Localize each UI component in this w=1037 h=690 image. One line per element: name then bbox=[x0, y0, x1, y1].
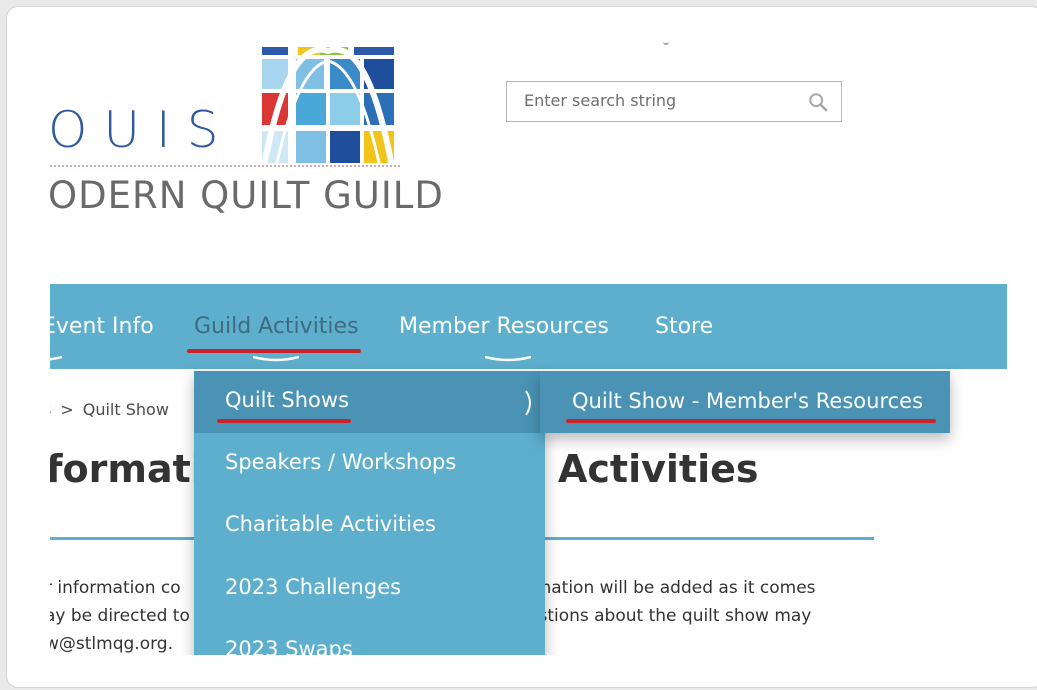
logo-text-bottom: ODERN QUILT GUILD bbox=[50, 174, 444, 217]
search-box bbox=[506, 81, 842, 122]
menu-item-label: Charitable Activities bbox=[225, 512, 436, 536]
menu-item-2023-swaps[interactable]: 2023 Swaps bbox=[194, 620, 545, 655]
nav-item-member-resources[interactable]: Member Resources bbox=[399, 314, 609, 340]
breadcrumb-separator: > bbox=[60, 400, 74, 419]
breadcrumb-item[interactable]: s bbox=[50, 400, 51, 419]
body-text: w@stlmqg.org. bbox=[50, 634, 173, 654]
nav-indicator-icon bbox=[50, 356, 62, 361]
nav-item-event-info[interactable]: Event Info bbox=[50, 314, 154, 340]
menu-item-label: 2023 Challenges bbox=[225, 575, 402, 599]
nav-indicator-icon bbox=[253, 356, 299, 362]
search-input[interactable] bbox=[507, 82, 804, 119]
header-fragment bbox=[663, 40, 669, 45]
annotation-underline bbox=[217, 419, 351, 423]
menu-item-speakers-workshops[interactable]: Speakers / Workshops bbox=[194, 433, 545, 495]
menu-item-quilt-shows[interactable]: Quilt Shows bbox=[194, 371, 545, 433]
body-text: rmation will be added as it comes bbox=[528, 578, 816, 598]
nav-indicator-icon bbox=[485, 356, 531, 362]
guild-activities-dropdown: Quilt Shows Speakers / Workshops Charita… bbox=[194, 371, 545, 655]
logo-text-top: OUIS bbox=[50, 101, 235, 159]
logo-dotted-divider bbox=[50, 165, 400, 167]
submenu-item-label: Quilt Show - Member's Resources bbox=[572, 389, 924, 413]
main-nav: Event Info Guild Activities Member Resou… bbox=[50, 284, 1007, 369]
body-text: ay be directed to bbox=[50, 606, 190, 626]
body-text: r information co bbox=[50, 578, 181, 598]
nav-item-guild-activities[interactable]: Guild Activities bbox=[194, 314, 359, 340]
menu-item-charitable-activities[interactable]: Charitable Activities bbox=[194, 495, 545, 557]
page-title: formati bbox=[50, 447, 204, 491]
page-title-continued: Activities bbox=[558, 447, 759, 491]
menu-item-2023-challenges[interactable]: 2023 Challenges bbox=[194, 558, 545, 620]
logo-mosaic-icon bbox=[258, 47, 398, 167]
page-viewport: OUIS ODERN QUILT GUILD Event Info Guild … bbox=[50, 7, 1037, 655]
annotation-underline bbox=[187, 349, 361, 353]
nav-item-store[interactable]: Store bbox=[655, 314, 713, 340]
body-text: estions about the quilt show may bbox=[528, 606, 812, 626]
search-icon[interactable] bbox=[807, 91, 829, 113]
breadcrumb-item: Quilt Show bbox=[82, 400, 169, 419]
menu-item-label: Quilt Shows bbox=[225, 388, 350, 412]
breadcrumb: s > Quilt Show bbox=[50, 400, 169, 419]
menu-item-label: Speakers / Workshops bbox=[225, 450, 457, 474]
annotation-underline bbox=[566, 419, 936, 423]
submenu-arrow-icon bbox=[525, 390, 531, 416]
menu-item-label: 2023 Swaps bbox=[225, 637, 353, 655]
submenu-item-member-resources[interactable]: Quilt Show - Member's Resources bbox=[540, 371, 950, 433]
browser-page: OUIS ODERN QUILT GUILD Event Info Guild … bbox=[6, 6, 1037, 688]
